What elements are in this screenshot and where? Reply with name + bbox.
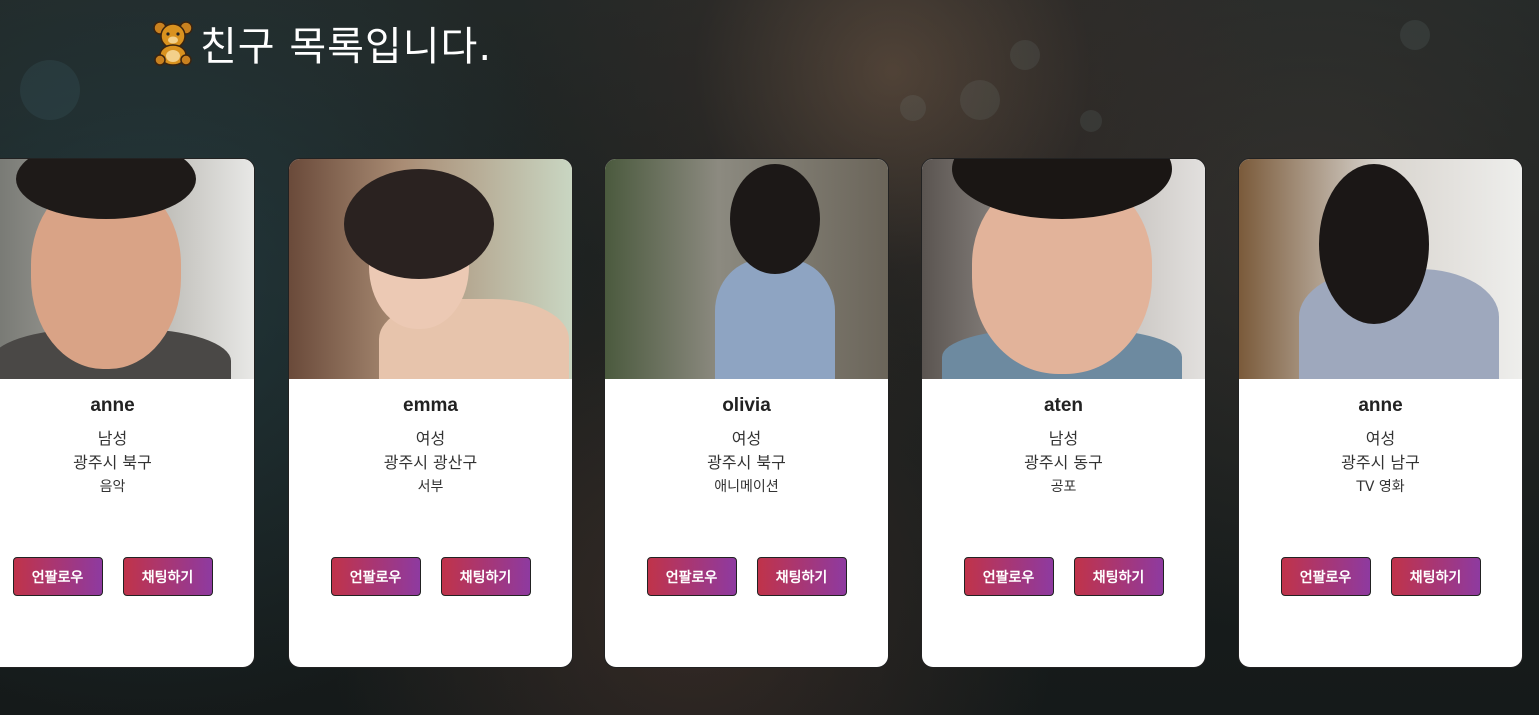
friend-card: olivia 여성 광주시 북구 애니메이션 언팔로우 채팅하기 (604, 158, 889, 668)
unfollow-button[interactable]: 언팔로우 (1280, 557, 1371, 596)
background-bokeh (20, 60, 80, 120)
unfollow-button[interactable]: 언팔로우 (330, 557, 421, 596)
chat-button[interactable]: 채팅하기 (440, 557, 531, 596)
friend-gender: 여성 (1365, 429, 1396, 448)
background-bokeh (1400, 20, 1430, 50)
unfollow-button[interactable]: 언팔로우 (963, 557, 1054, 596)
friend-card: aten 남성 광주시 동구 공포 언팔로우 채팅하기 (921, 158, 1206, 668)
background-bokeh (1080, 110, 1102, 132)
background-bokeh (960, 80, 1000, 120)
chat-button[interactable]: 채팅하기 (122, 557, 213, 596)
friend-card: anne 남성 광주시 북구 음악 언팔로우 채팅하기 (0, 158, 255, 668)
friend-name: olivia (722, 395, 771, 416)
card-actions: 언팔로우 채팅하기 (922, 557, 1205, 596)
unfollow-button[interactable]: 언팔로우 (646, 557, 737, 596)
friend-card: emma 여성 광주시 광산구 서부 언팔로우 채팅하기 (288, 158, 573, 668)
chat-button[interactable]: 채팅하기 (1073, 557, 1164, 596)
friend-name: anne (1358, 395, 1403, 416)
card-actions: 언팔로우 채팅하기 (289, 557, 572, 596)
chat-button[interactable]: 채팅하기 (1390, 557, 1481, 596)
friend-photo (922, 159, 1205, 379)
chat-button[interactable]: 채팅하기 (756, 557, 847, 596)
friend-photo (605, 159, 888, 379)
friend-hobby: 서부 (417, 479, 444, 495)
friend-hobby: 공포 (1050, 479, 1077, 495)
friend-region: 광주시 광산구 (383, 453, 478, 472)
friend-region: 광주시 남구 (1341, 453, 1420, 472)
teddy-bear-icon (153, 21, 193, 66)
friend-gender: 여성 (731, 429, 762, 448)
unfollow-button[interactable]: 언팔로우 (12, 557, 103, 596)
friend-hobby: 음악 (99, 479, 126, 495)
background-bokeh (1010, 40, 1040, 70)
card-actions: 언팔로우 채팅하기 (1239, 557, 1522, 596)
friend-gender: 남성 (97, 429, 128, 448)
friend-hobby: TV 영화 (1356, 479, 1405, 495)
friend-photo (289, 159, 572, 379)
page-header: 친구 목록입니다. (150, 14, 492, 72)
friend-hobby: 애니메이션 (714, 479, 779, 495)
friend-photo (0, 159, 254, 379)
background-bokeh (900, 95, 926, 121)
friend-gender: 여성 (415, 429, 446, 448)
friend-photo (1239, 159, 1522, 379)
friend-region: 광주시 북구 (707, 453, 786, 472)
page-title: 친구 목록입니다. (200, 24, 493, 70)
friend-name: anne (90, 395, 135, 416)
friend-region: 광주시 동구 (1024, 453, 1103, 472)
friend-gender: 남성 (1048, 429, 1079, 448)
friend-name: aten (1043, 395, 1084, 416)
friend-card: anne 여성 광주시 남구 TV 영화 언팔로우 채팅하기 (1238, 158, 1523, 668)
friend-name: emma (403, 395, 458, 416)
card-actions: 언팔로우 채팅하기 (0, 557, 254, 596)
friend-region: 광주시 북구 (73, 453, 152, 472)
card-actions: 언팔로우 채팅하기 (605, 557, 888, 596)
